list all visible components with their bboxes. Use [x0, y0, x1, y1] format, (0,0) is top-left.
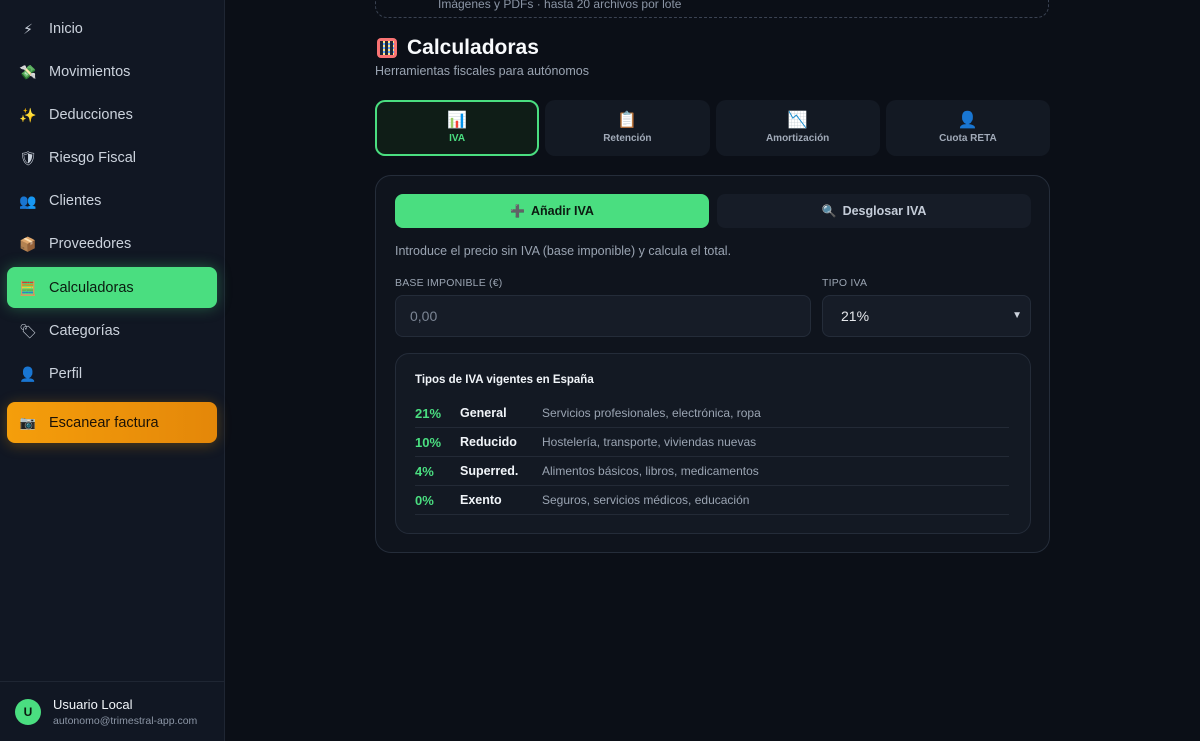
sidebar-item-deducciones[interactable]: ✨ Deducciones	[7, 94, 217, 135]
chevron-down-icon: ▼	[1012, 310, 1022, 321]
rate-description: Servicios profesionales, electrónica, ro…	[542, 406, 761, 420]
rate-description: Seguros, servicios médicos, educación	[542, 493, 750, 507]
magnifier-icon: 🔍	[821, 204, 837, 218]
rate-name: Exento	[460, 493, 502, 507]
rate-percent: 10%	[415, 434, 442, 450]
sidebar-item-riesgo-fiscal[interactable]: 🛡 Riesgo Fiscal	[7, 138, 217, 179]
abacus-icon: 🧮	[19, 279, 37, 296]
sidebar: ⚡ Inicio 💸 Movimientos ✨ Deducciones 🛡 R…	[0, 0, 225, 741]
user-name: Usuario Local	[53, 696, 133, 712]
sidebar-item-movimientos[interactable]: 💸 Movimientos	[7, 51, 217, 92]
tipo-iva-select[interactable]: 21% ▼	[822, 295, 1031, 337]
person-icon: 👤	[19, 366, 37, 382]
iva-rates-table: Tipos de IVA vigentes en España 21% Gene…	[395, 353, 1031, 534]
sidebar-item-perfil[interactable]: 👤 Perfil	[7, 354, 217, 395]
sidebar-item-label: Calculadoras	[49, 279, 134, 296]
avatar: U	[15, 698, 41, 725]
tag-icon: 🏷	[19, 322, 37, 339]
scan-invoice-label: Escanear factura	[49, 414, 159, 431]
clipboard-icon: 📋	[617, 111, 638, 129]
table-row: 10% Reducido Hostelería, transporte, viv…	[415, 428, 1009, 457]
tab-iva[interactable]: 📊 IVA	[375, 100, 540, 156]
sidebar-item-label: Proveedores	[49, 236, 132, 253]
person-icon: 👤	[957, 111, 978, 129]
add-iva-button[interactable]: ➕ Añadir IVA	[395, 194, 709, 228]
sidebar-item-calculadoras[interactable]: 🧮 Calculadoras	[7, 267, 217, 309]
user-profile[interactable]: U Usuario Local autonomo@trimestral-app.…	[0, 681, 225, 741]
tipo-iva-label: TIPO IVA	[822, 277, 868, 289]
upload-hint: Imágenes y PDFs · hasta 20 archivos por …	[438, 0, 682, 11]
sidebar-item-label: Movimientos	[49, 63, 131, 80]
sidebar-item-label: Perfil	[49, 366, 83, 382]
split-iva-label: Desglosar IVA	[842, 204, 927, 218]
lightning-icon: ⚡	[23, 20, 33, 37]
sparkles-icon: ✨	[19, 106, 37, 123]
iva-rates-title: Tipos de IVA vigentes en España	[415, 374, 594, 386]
tipo-iva-value: 21%	[841, 308, 870, 324]
iva-calculator-card: ➕ Añadir IVA 🔍 Desglosar IVA Introduce e…	[375, 175, 1050, 553]
sidebar-item-label: Categorías	[49, 322, 120, 339]
upload-dropzone[interactable]: Imágenes y PDFs · hasta 20 archivos por …	[375, 0, 1049, 18]
table-row: 21% General Servicios profesionales, ele…	[415, 399, 1009, 428]
rate-percent: 4%	[415, 463, 434, 479]
user-email: autonomo@trimestral-app.com	[53, 714, 198, 727]
sidebar-item-clientes[interactable]: 👥 Clientes	[7, 181, 217, 222]
split-iva-button[interactable]: 🔍 Desglosar IVA	[717, 194, 1031, 228]
sidebar-item-categorias[interactable]: 🏷 Categorías	[7, 310, 217, 351]
tab-label: Cuota RETA	[939, 132, 997, 144]
scan-invoice-button[interactable]: 📷 Escanear factura	[7, 402, 217, 443]
rate-description: Alimentos básicos, libros, medicamentos	[542, 464, 759, 478]
page-header: Calculadoras	[377, 36, 539, 60]
add-iva-label: Añadir IVA	[530, 204, 594, 218]
tab-label: IVA	[449, 132, 466, 144]
table-row: 0% Exento Seguros, servicios médicos, ed…	[415, 486, 1009, 515]
iva-mode-toggle: ➕ Añadir IVA 🔍 Desglosar IVA	[395, 194, 1031, 228]
sidebar-item-proveedores[interactable]: 📦 Proveedores	[7, 224, 217, 265]
sidebar-item-label: Deducciones	[49, 106, 133, 123]
money-wings-icon: 💸	[19, 63, 37, 80]
rate-name: Reducido	[460, 435, 517, 449]
tab-label: Retención	[603, 132, 652, 144]
base-imponible-input[interactable]	[395, 295, 811, 337]
rate-name: Superred.	[460, 464, 519, 478]
table-row: 4% Superred. Alimentos básicos, libros, …	[415, 457, 1009, 486]
sidebar-item-label: Inicio	[49, 20, 83, 37]
abacus-icon	[377, 38, 397, 58]
tab-amortizacion[interactable]: 📉 Amortización	[715, 100, 880, 156]
calculator-hint: Introduce el precio sin IVA (base imponi…	[395, 244, 732, 258]
rate-name: General	[460, 406, 507, 420]
tab-label: Amortización	[765, 132, 830, 144]
package-icon: 📦	[19, 236, 37, 253]
tab-retencion[interactable]: 📋 Retención	[545, 100, 710, 156]
rate-percent: 21%	[415, 405, 442, 421]
rate-percent: 0%	[415, 492, 434, 508]
page-title: Calculadoras	[407, 36, 539, 59]
chart-decreasing-icon: 📉	[787, 111, 808, 129]
bar-chart-icon: 📊	[447, 111, 468, 129]
sidebar-nav: ⚡ Inicio 💸 Movimientos ✨ Deducciones 🛡 R…	[7, 8, 217, 397]
camera-icon: 📷	[19, 414, 37, 430]
sidebar-item-label: Riesgo Fiscal	[49, 150, 137, 167]
page-subtitle: Herramientas fiscales para autónomos	[375, 64, 589, 78]
calculator-tabs: 📊 IVA 📋 Retención 📉 Amortización 👤 Cuota…	[375, 100, 1050, 156]
tab-cuota-reta[interactable]: 👤 Cuota RETA	[885, 100, 1050, 156]
sidebar-item-inicio[interactable]: ⚡ Inicio	[7, 8, 217, 49]
plus-icon: ➕	[510, 204, 525, 218]
sidebar-item-label: Clientes	[49, 193, 102, 210]
shield-icon: 🛡	[19, 150, 37, 167]
rate-description: Hostelería, transporte, viviendas nuevas	[542, 435, 757, 449]
base-imponible-label: BASE IMPONIBLE (€)	[395, 277, 503, 289]
people-icon: 👥	[19, 193, 37, 210]
